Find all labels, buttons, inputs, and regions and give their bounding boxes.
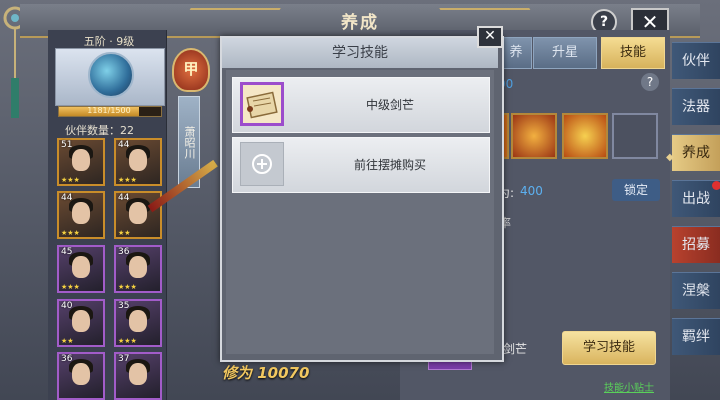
partner-card[interactable]: 51 ★★★ <box>57 138 105 186</box>
rank-label: 五阶 · 9级 <box>83 35 135 48</box>
partner-count: 伙伴数量：22 <box>65 124 134 137</box>
partner-card[interactable]: 35 ★★★ <box>114 299 162 347</box>
partner-stars: ★★★ <box>61 229 80 237</box>
scroll-icon[interactable] <box>240 82 284 126</box>
partner-face <box>129 310 147 332</box>
nav-item[interactable]: 法器 <box>672 88 720 125</box>
nav-item[interactable]: 伙伴 <box>672 42 720 79</box>
dialog-close-button[interactable]: ✕ <box>477 26 503 48</box>
header-wing-right <box>439 8 541 28</box>
flame-skill-icon[interactable] <box>562 113 608 159</box>
nav-item[interactable]: 招募 <box>672 226 720 263</box>
go-to-stall-label: 前往摆摊购买 <box>353 158 426 172</box>
empty-skill-slot[interactable] <box>612 113 658 159</box>
partner-card[interactable]: 40 ★★ <box>57 299 105 347</box>
partner-level: 40 <box>61 301 73 311</box>
partner-stars: ★★★ <box>61 283 80 291</box>
partner-card[interactable]: 44 ★★★ <box>57 191 105 239</box>
dialog-title: 学习技能 <box>332 45 388 61</box>
tab-upgrade-star[interactable]: 升星 <box>533 37 597 69</box>
partner-level: 36 <box>61 354 73 364</box>
partner-level: 44 <box>61 193 73 203</box>
partner-face <box>72 310 90 332</box>
xp-text: 1181/1500 <box>87 106 131 115</box>
partner-card[interactable]: 44 ★★★ <box>114 138 162 186</box>
tab-skill[interactable]: 技能 <box>601 37 665 69</box>
selected-skill-name: 剑芒 <box>503 342 528 356</box>
skill-book-name: 中级剑芒 <box>365 98 414 112</box>
partner-card[interactable]: 36 ★★★ <box>114 245 162 293</box>
partner-level: 44 <box>118 193 130 203</box>
partner-card[interactable]: 44 ★★ <box>114 191 162 239</box>
partner-card[interactable]: 36 <box>57 352 105 400</box>
partner-stars: ★★ <box>61 337 74 345</box>
faction-emblem: 甲 <box>172 48 210 92</box>
partner-stars: ★★★ <box>118 337 137 345</box>
skill-tips-link[interactable]: 技能小贴士 <box>604 379 654 394</box>
partner-stars: ★★★ <box>118 283 137 291</box>
cultivation-value: 修为 10070 <box>222 364 310 382</box>
partner-card[interactable]: 45 ★★★ <box>57 245 105 293</box>
learn-skill-button[interactable]: 学习技能 <box>562 331 656 365</box>
partner-face <box>72 256 90 278</box>
partner-card[interactable]: 37 <box>114 352 162 400</box>
partner-level: 44 <box>118 140 130 150</box>
lock-button[interactable]: 锁定 <box>612 179 660 201</box>
nav-item[interactable]: 羁绊 <box>672 318 720 355</box>
partner-stars: ★★★ <box>118 176 137 184</box>
axe-skill-icon[interactable] <box>511 113 557 159</box>
partner-face <box>72 363 90 385</box>
stat-value: 400 <box>520 184 543 198</box>
spirit-orb-icon <box>88 52 134 98</box>
notification-dot-icon <box>712 181 720 190</box>
partner-level: 36 <box>118 247 130 257</box>
partner-face <box>129 202 147 224</box>
partner-face <box>129 363 147 385</box>
plus-icon[interactable] <box>240 142 284 186</box>
partner-level: 35 <box>118 301 130 311</box>
partner-stars: ★★ <box>118 229 131 237</box>
header-wing-left <box>179 8 281 28</box>
nav-item[interactable]: 涅槃 <box>672 272 720 309</box>
tab-cultivate[interactable]: 养 <box>500 37 532 69</box>
partner-face <box>129 256 147 278</box>
partner-level: 45 <box>61 247 73 257</box>
partner-face <box>72 202 90 224</box>
partner-level: 37 <box>118 354 130 364</box>
nav-arrow-icon: ◆ <box>666 152 674 163</box>
partner-level: 51 <box>61 140 73 150</box>
partner-face <box>72 149 90 171</box>
nav-item[interactable]: 养成 <box>672 134 720 171</box>
skill-help-icon[interactable]: ? <box>641 73 659 91</box>
partner-face <box>129 149 147 171</box>
partner-stars: ★★★ <box>61 176 80 184</box>
